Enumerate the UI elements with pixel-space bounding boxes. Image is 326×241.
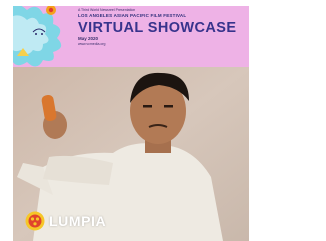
lumpia-logo-text: LUMPIA — [49, 213, 107, 229]
page: A Third World Newsreel Presentation LOS … — [0, 0, 326, 241]
event-url: www.vcmedia.org — [78, 41, 106, 46]
festival-name: LOS ANGELES ASIAN PACIFIC FILM FESTIVAL — [78, 13, 187, 18]
showcase-title: VIRTUAL SHOWCASE — [78, 19, 237, 36]
lumpia-logo: LUMPIA — [25, 210, 106, 232]
festival-banner: A Third World Newsreel Presentation LOS … — [13, 6, 249, 67]
film-poster[interactable]: A Third World Newsreel Presentation LOS … — [13, 6, 249, 241]
lumpia-logo-icon — [25, 211, 45, 231]
cartoon-splash-icon — [13, 6, 62, 67]
banner-text-block: A Third World Newsreel Presentation LOS … — [78, 8, 246, 66]
